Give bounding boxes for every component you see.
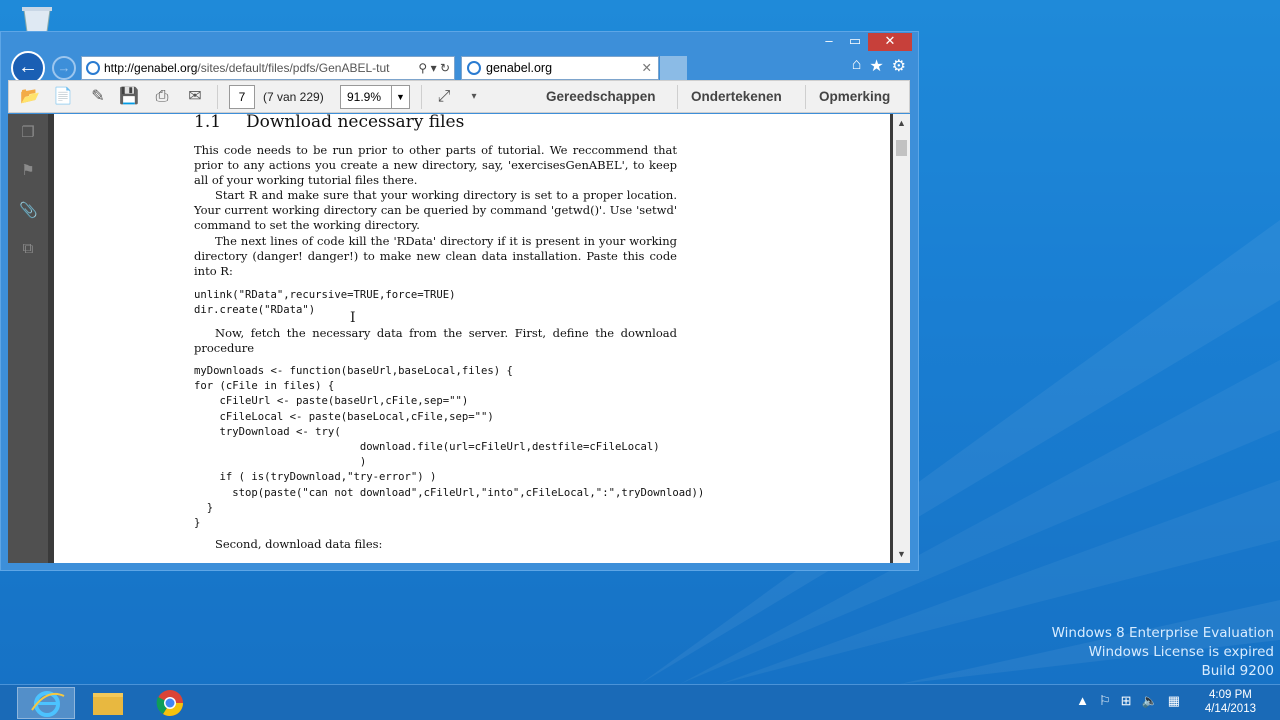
watermark-line-3: Build 9200: [1201, 663, 1274, 679]
keyboard-icon[interactable]: ▦: [1168, 693, 1180, 709]
window-controls: – ▭ ✕: [816, 33, 912, 51]
watermark-line-2: Windows License is expired: [1088, 644, 1274, 660]
ie-tab-icon: [467, 61, 481, 75]
save-icon[interactable]: 💾: [118, 87, 140, 107]
watermark-line-1: Windows 8 Enterprise Evaluation: [1051, 625, 1274, 641]
bookmark-icon[interactable]: ⚑: [19, 162, 37, 180]
section-title: Download necessary files: [246, 114, 465, 132]
text-cursor-icon: I: [350, 310, 356, 326]
taskbar: ▲ ⚐ ⊞ 🔈 ▦ 4:09 PM 4/14/2013: [0, 684, 1280, 720]
pdf-toolbar: 📂 📄 ✎ 💾 ⎙ ✉ 7 (7 van 229) 91.9% ▼ ⤢ ▾ Ge…: [8, 80, 910, 113]
settings-gear-icon[interactable]: ⚙: [892, 56, 906, 76]
zoom-value: 91.9%: [347, 90, 382, 104]
tray-arrow-icon[interactable]: ▲: [1076, 693, 1089, 709]
search-icon[interactable]: ⚲: [418, 61, 427, 75]
divider: [677, 85, 678, 109]
open-file-icon[interactable]: 📂: [19, 87, 41, 107]
maximize-icon[interactable]: ▭: [842, 33, 868, 51]
paragraph-4: Now, fetch the necessary data from the s…: [194, 326, 677, 356]
windows-watermark: Windows 8 Enterprise Evaluation Windows …: [1052, 624, 1274, 681]
tab-genabel[interactable]: genabel.org ✕: [461, 56, 659, 80]
divider: [421, 85, 422, 109]
create-pdf-icon[interactable]: 📄: [52, 87, 74, 107]
address-bar[interactable]: http://genabel.org/sites/default/files/p…: [81, 56, 455, 80]
taskbar-ie-button[interactable]: [17, 687, 75, 719]
print-icon[interactable]: ⎙: [151, 87, 173, 107]
ie-page-icon: [86, 61, 100, 75]
scroll-thumb[interactable]: [896, 140, 907, 156]
new-tab-button[interactable]: [660, 56, 687, 80]
tab-close-icon[interactable]: ✕: [642, 57, 652, 79]
clock-date: 4/14/2013: [1204, 703, 1256, 715]
address-actions: ⚲ ▾ ↻: [418, 57, 450, 79]
pdf-page[interactable]: 1.1 Download necessary files This code ne…: [54, 114, 890, 563]
edit-icon[interactable]: ✎: [87, 87, 109, 107]
system-tray: ▲ ⚐ ⊞ 🔈 ▦: [1076, 693, 1180, 709]
attachment-icon[interactable]: 📎: [19, 202, 38, 220]
volume-icon[interactable]: 🔈: [1142, 693, 1158, 709]
paragraph-2: Start R and make sure that your working …: [194, 188, 677, 233]
close-icon[interactable]: ✕: [868, 33, 912, 51]
chevron-down-icon[interactable]: ▼: [391, 86, 409, 108]
paragraph-1: This code needs to be run prior to other…: [194, 143, 677, 188]
pdf-side-panel: ❐ ⚑ 📎 ⧉: [8, 114, 48, 563]
chrome-icon: [156, 690, 184, 717]
scroll-down-icon[interactable]: ▼: [893, 547, 910, 561]
tools-menu[interactable]: Gereedschappen: [546, 81, 656, 113]
tab-title: genabel.org: [486, 61, 553, 75]
scroll-up-icon[interactable]: ▲: [893, 116, 910, 130]
divider: [217, 85, 218, 109]
browser-actions: ⌂ ★ ⚙: [852, 56, 906, 76]
vertical-scrollbar[interactable]: ▲ ▼: [893, 114, 910, 563]
paragraph-5: Second, download data files:: [215, 537, 383, 551]
page-thumbnails-icon[interactable]: ❐: [19, 124, 37, 142]
navigation-bar: ← → http://genabel.org/sites/default/fil…: [1, 50, 918, 85]
home-icon[interactable]: ⌂: [852, 56, 862, 76]
taskbar-chrome-button[interactable]: [141, 687, 199, 719]
page-count: (7 van 229): [263, 90, 324, 104]
section-heading: 1.1 Download necessary files: [194, 114, 464, 132]
code-block-2: myDownloads <- function(baseUrl,baseLoca…: [194, 365, 705, 530]
network-icon[interactable]: ⊞: [1121, 693, 1132, 709]
paragraph-3: The next lines of code kill the 'RData' …: [194, 234, 677, 279]
clock-time: 4:09 PM: [1209, 689, 1252, 701]
layers-icon[interactable]: ⧉: [19, 240, 37, 258]
email-icon[interactable]: ✉: [184, 87, 206, 107]
more-tools-icon[interactable]: ▾: [463, 87, 485, 107]
minimize-icon[interactable]: –: [816, 33, 842, 51]
favorites-star-icon[interactable]: ★: [869, 56, 883, 76]
sign-menu[interactable]: Ondertekenen: [691, 81, 782, 113]
code-block-1: unlink("RData",recursive=TRUE,force=TRUE…: [194, 289, 456, 317]
taskbar-explorer-button[interactable]: [79, 687, 137, 719]
file-explorer-icon: [93, 693, 123, 715]
address-path: /sites/default/files/pdfs/GenABEL-tut: [197, 61, 390, 75]
fit-page-icon[interactable]: ⤢: [433, 87, 455, 107]
page-number-input[interactable]: 7: [229, 85, 255, 109]
divider: [805, 85, 806, 109]
section-number: 1.1: [194, 114, 222, 132]
refresh-icon[interactable]: ↻: [440, 61, 450, 75]
comment-menu[interactable]: Opmerking: [819, 81, 890, 113]
internet-explorer-icon: [31, 691, 65, 717]
action-center-icon[interactable]: ⚐: [1099, 693, 1111, 709]
clock[interactable]: 4:09 PM 4/14/2013: [1205, 688, 1256, 716]
recycle-bin-icon[interactable]: [18, 4, 56, 34]
address-host: http://genabel.org: [104, 61, 198, 75]
forward-button[interactable]: →: [52, 56, 76, 80]
zoom-select[interactable]: 91.9% ▼: [340, 85, 410, 109]
dropdown-icon[interactable]: ▾: [431, 61, 437, 75]
